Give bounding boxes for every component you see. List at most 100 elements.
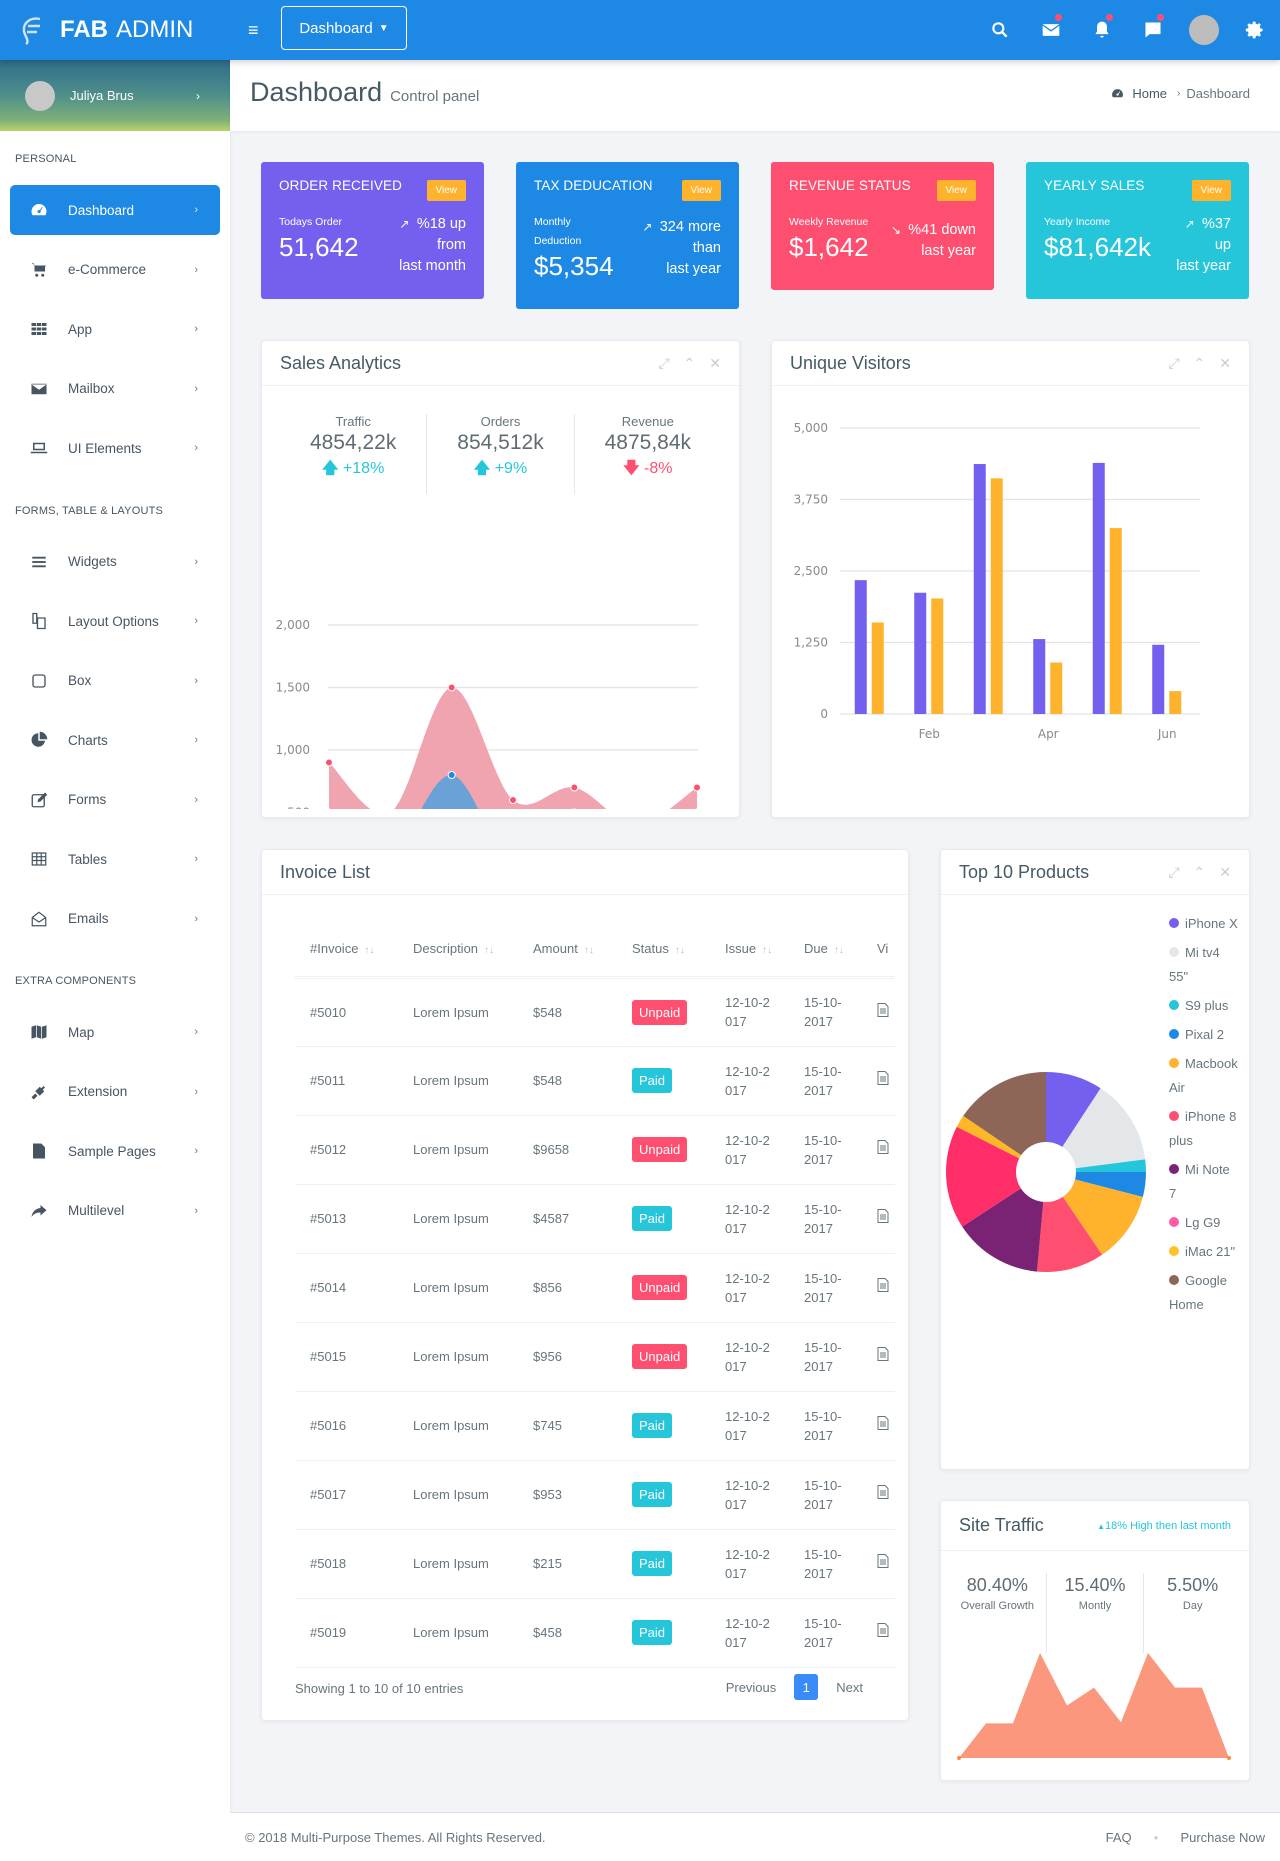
site-traffic-card: Site Traffic ▲18% High then last month 8… bbox=[940, 1500, 1250, 1781]
stat-trend-line: up bbox=[1151, 235, 1231, 256]
invoice-view[interactable] bbox=[862, 1460, 895, 1530]
sidebar-item-ui-elements[interactable]: UI Elements › bbox=[10, 423, 220, 473]
close-icon[interactable]: ✕ bbox=[1219, 864, 1231, 881]
legend-item[interactable]: Lg G9 bbox=[1169, 1211, 1239, 1235]
column-header[interactable]: Issue ↑↓ bbox=[710, 922, 789, 979]
sidebar-item-label: Mailbox bbox=[68, 381, 115, 396]
column-header[interactable]: Vi bbox=[862, 922, 895, 979]
arrow-down-icon: 🡇 bbox=[623, 460, 645, 477]
sidebar-item-emails[interactable]: Emails › bbox=[10, 894, 220, 944]
view-button[interactable]: View bbox=[681, 180, 721, 201]
sidebar-item-forms[interactable]: Forms › bbox=[10, 775, 220, 825]
legend-item[interactable]: Mi tv4 55" bbox=[1169, 941, 1239, 989]
legend-item[interactable]: iPhone 8 plus bbox=[1169, 1105, 1239, 1153]
metric: Traffic 4854,22k 🡅 +18% bbox=[280, 414, 428, 494]
sidebar-item-tables[interactable]: Tables › bbox=[10, 834, 220, 884]
search-button[interactable] bbox=[974, 0, 1025, 60]
notification-dot bbox=[1055, 14, 1062, 21]
column-header[interactable]: Description ↑↓ bbox=[398, 922, 518, 979]
sidebar-item-sample-pages[interactable]: Sample Pages › bbox=[10, 1126, 220, 1176]
legend-label: iPhone X bbox=[1185, 916, 1238, 931]
collapse-icon[interactable]: ⌃ bbox=[1194, 864, 1206, 881]
view-button[interactable]: View bbox=[936, 180, 976, 201]
table-row: #5010 Lorem Ipsum $548 Unpaid 12-10-2017 15-1… bbox=[295, 977, 895, 1047]
y-tick-label: 2,000 bbox=[276, 618, 310, 632]
faq-link[interactable]: FAQ bbox=[1106, 1830, 1132, 1845]
legend-item[interactable]: iPhone X bbox=[1169, 912, 1239, 936]
purchase-link[interactable]: Purchase Now bbox=[1180, 1830, 1265, 1845]
invoice-view[interactable] bbox=[862, 1322, 895, 1392]
sidebar-item-map[interactable]: Map › bbox=[10, 1007, 220, 1057]
sidebar-item-widgets[interactable]: Widgets › bbox=[10, 537, 220, 587]
invoice-status: Paid bbox=[617, 1598, 710, 1668]
column-header[interactable]: Status ↑↓ bbox=[617, 922, 710, 979]
metric-label: Revenue bbox=[621, 414, 674, 429]
x-tick-label: Apr bbox=[1038, 727, 1059, 741]
sidebar-item-box[interactable]: Box › bbox=[10, 656, 220, 706]
user-panel[interactable]: Juliya Brus › bbox=[0, 60, 230, 131]
legend-item[interactable]: iMac 21" bbox=[1169, 1240, 1239, 1264]
trending-up-icon: ↗ bbox=[1184, 217, 1198, 231]
invoice-view[interactable] bbox=[862, 1046, 895, 1116]
legend-swatch bbox=[1169, 1246, 1179, 1256]
sidebar-item-layout-options[interactable]: Layout Options › bbox=[10, 596, 220, 646]
menu-toggle-icon[interactable]: ≡ bbox=[248, 20, 259, 41]
column-header[interactable]: Due ↑↓ bbox=[789, 922, 862, 979]
sidebar-item-e-commerce[interactable]: e-Commerce › bbox=[10, 245, 220, 295]
document-icon bbox=[877, 1485, 889, 1499]
mail-button[interactable] bbox=[1025, 0, 1076, 60]
invoice-view[interactable] bbox=[862, 1529, 895, 1599]
invoice-view[interactable] bbox=[862, 1391, 895, 1461]
chevron-right-icon: › bbox=[194, 912, 198, 925]
view-button[interactable]: View bbox=[1191, 180, 1231, 201]
messages-button[interactable] bbox=[1127, 0, 1178, 60]
page-1-button[interactable]: 1 bbox=[794, 1674, 819, 1700]
status-badge: Unpaid bbox=[632, 1137, 688, 1162]
collapse-icon[interactable]: ⌃ bbox=[684, 355, 696, 372]
legend-item[interactable]: Mi Note 7 bbox=[1169, 1158, 1239, 1206]
invoice-view[interactable] bbox=[862, 1184, 895, 1254]
prev-page-button[interactable]: Previous bbox=[726, 1680, 777, 1695]
close-icon[interactable]: ✕ bbox=[709, 355, 721, 372]
legend-item[interactable]: Google Home bbox=[1169, 1269, 1239, 1317]
sidebar-item-mailbox[interactable]: Mailbox › bbox=[10, 364, 220, 414]
chart-legend: iPhone X Mi tv4 55" S9 plus Pixal 2 Macbook … bbox=[1169, 912, 1239, 1322]
collapse-icon[interactable]: ⌃ bbox=[1194, 355, 1206, 372]
bar-Apr-1 bbox=[1050, 662, 1063, 714]
brand-logo[interactable]: FAB ADMIN bbox=[0, 0, 230, 60]
view-button[interactable]: View bbox=[426, 180, 466, 201]
column-header[interactable]: #Invoice ↑↓ bbox=[295, 922, 398, 979]
legend-item[interactable]: Pixal 2 bbox=[1169, 1023, 1239, 1047]
stat-card: REVENUE STATUS View Weekly Revenue $1,642 ↘ … bbox=[771, 162, 994, 290]
notifications-button[interactable] bbox=[1076, 0, 1127, 60]
sidebar-item-dashboard[interactable]: Dashboard › bbox=[10, 185, 220, 235]
invoice-view[interactable] bbox=[862, 1253, 895, 1323]
fullscreen-icon[interactable]: ⤢ bbox=[658, 355, 669, 372]
metric: 5.50% Day bbox=[1144, 1573, 1241, 1653]
sidebar-item-charts[interactable]: Charts › bbox=[10, 715, 220, 765]
legend-item[interactable]: S9 plus bbox=[1169, 994, 1239, 1018]
chevron-right-icon: › bbox=[194, 442, 198, 454]
column-header[interactable]: Amount ↑↓ bbox=[518, 922, 617, 979]
status-badge: Unpaid bbox=[632, 1275, 688, 1300]
fullscreen-icon[interactable]: ⤢ bbox=[1168, 864, 1179, 881]
legend-label: Lg G9 bbox=[1185, 1215, 1221, 1230]
sidebar-item-multilevel[interactable]: Multilevel › bbox=[10, 1186, 220, 1236]
gear-icon bbox=[1245, 21, 1262, 39]
fullscreen-icon[interactable]: ⤢ bbox=[1168, 355, 1179, 372]
legend-item[interactable]: Macbook Air bbox=[1169, 1052, 1239, 1100]
invoice-view[interactable] bbox=[862, 1598, 895, 1668]
dashboard-dropdown[interactable]: Dashboard ▼ bbox=[281, 6, 407, 50]
settings-button[interactable] bbox=[1229, 0, 1280, 60]
breadcrumb-home[interactable]: Home bbox=[1132, 86, 1167, 101]
profile-button[interactable] bbox=[1178, 0, 1229, 60]
invoice-view[interactable] bbox=[862, 1115, 895, 1185]
close-icon[interactable]: ✕ bbox=[1219, 355, 1231, 372]
invoice-due: 15-10-2017 bbox=[789, 1529, 862, 1599]
invoice-view[interactable] bbox=[862, 977, 895, 1047]
sidebar-item-app[interactable]: App › bbox=[10, 304, 220, 354]
next-page-button[interactable]: Next bbox=[836, 1680, 863, 1695]
sidebar-item-extension[interactable]: Extension › bbox=[10, 1067, 220, 1117]
metric-value: 15.40% bbox=[1064, 1575, 1126, 1595]
invoice-status: Paid bbox=[617, 1391, 710, 1461]
